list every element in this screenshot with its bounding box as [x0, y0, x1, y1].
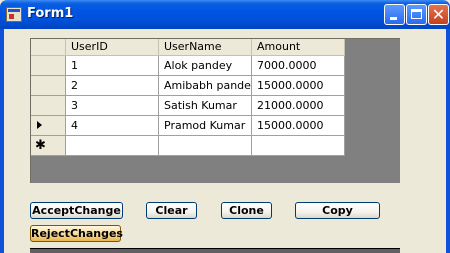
cell-userid[interactable]: 1 — [66, 56, 159, 76]
cell-amount[interactable]: 21000.0000 — [252, 96, 345, 116]
row-header-current[interactable] — [31, 116, 66, 136]
cell-amount[interactable]: 15000.0000 — [252, 76, 345, 96]
column-header-userid[interactable]: UserID — [66, 39, 159, 56]
accept-change-button[interactable]: AcceptChange — [30, 202, 123, 219]
new-row-cell-username[interactable] — [159, 136, 252, 156]
maximize-icon — [411, 9, 422, 19]
maximize-button[interactable] — [406, 4, 427, 25]
minimize-icon — [390, 17, 397, 20]
close-icon: ✕ — [431, 5, 446, 24]
cell-username[interactable]: Amibabh pandey — [159, 76, 252, 96]
minimize-button[interactable] — [384, 4, 405, 25]
window-frame-right — [446, 29, 450, 253]
new-row-cell-userid[interactable] — [66, 136, 159, 156]
column-header-amount[interactable]: Amount — [252, 39, 345, 56]
cell-amount[interactable]: 15000.0000 — [252, 116, 345, 136]
cell-username[interactable]: Alok pandey — [159, 56, 252, 76]
window-frame-left — [0, 29, 4, 253]
new-row-asterisk-icon: ✱ — [35, 138, 46, 153]
clone-button[interactable]: Clone — [221, 202, 272, 219]
cell-userid[interactable]: 2 — [66, 76, 159, 96]
secondary-grid-edge — [30, 248, 400, 253]
current-row-arrow-icon — [37, 121, 42, 129]
form-icon[interactable] — [6, 7, 22, 22]
reject-changes-button[interactable]: RejectChanges — [30, 225, 123, 242]
grid-corner-header[interactable] — [31, 39, 66, 56]
row-header[interactable] — [31, 56, 66, 76]
row-header-new[interactable]: ✱ — [31, 136, 66, 156]
clear-button[interactable]: Clear — [146, 202, 197, 219]
title-bar[interactable]: Form1 ✕ — [0, 0, 450, 29]
copy-button[interactable]: Copy — [295, 202, 380, 219]
window-title: Form1 — [27, 6, 74, 21]
form-window: Form1 ✕ UserID UserName Amount 1 Alok pa… — [0, 0, 450, 253]
data-grid[interactable]: UserID UserName Amount 1 Alok pandey 700… — [30, 38, 400, 183]
column-header-username[interactable]: UserName — [159, 39, 252, 56]
close-button[interactable]: ✕ — [428, 4, 449, 25]
new-row-cell-amount[interactable] — [252, 136, 345, 156]
cell-username[interactable]: Pramod Kumar — [159, 116, 252, 136]
cell-userid[interactable]: 4 — [66, 116, 159, 136]
cell-username[interactable]: Satish Kumar — [159, 96, 252, 116]
row-header[interactable] — [31, 76, 66, 96]
row-header[interactable] — [31, 96, 66, 116]
cell-userid[interactable]: 3 — [66, 96, 159, 116]
cell-amount[interactable]: 7000.0000 — [252, 56, 345, 76]
